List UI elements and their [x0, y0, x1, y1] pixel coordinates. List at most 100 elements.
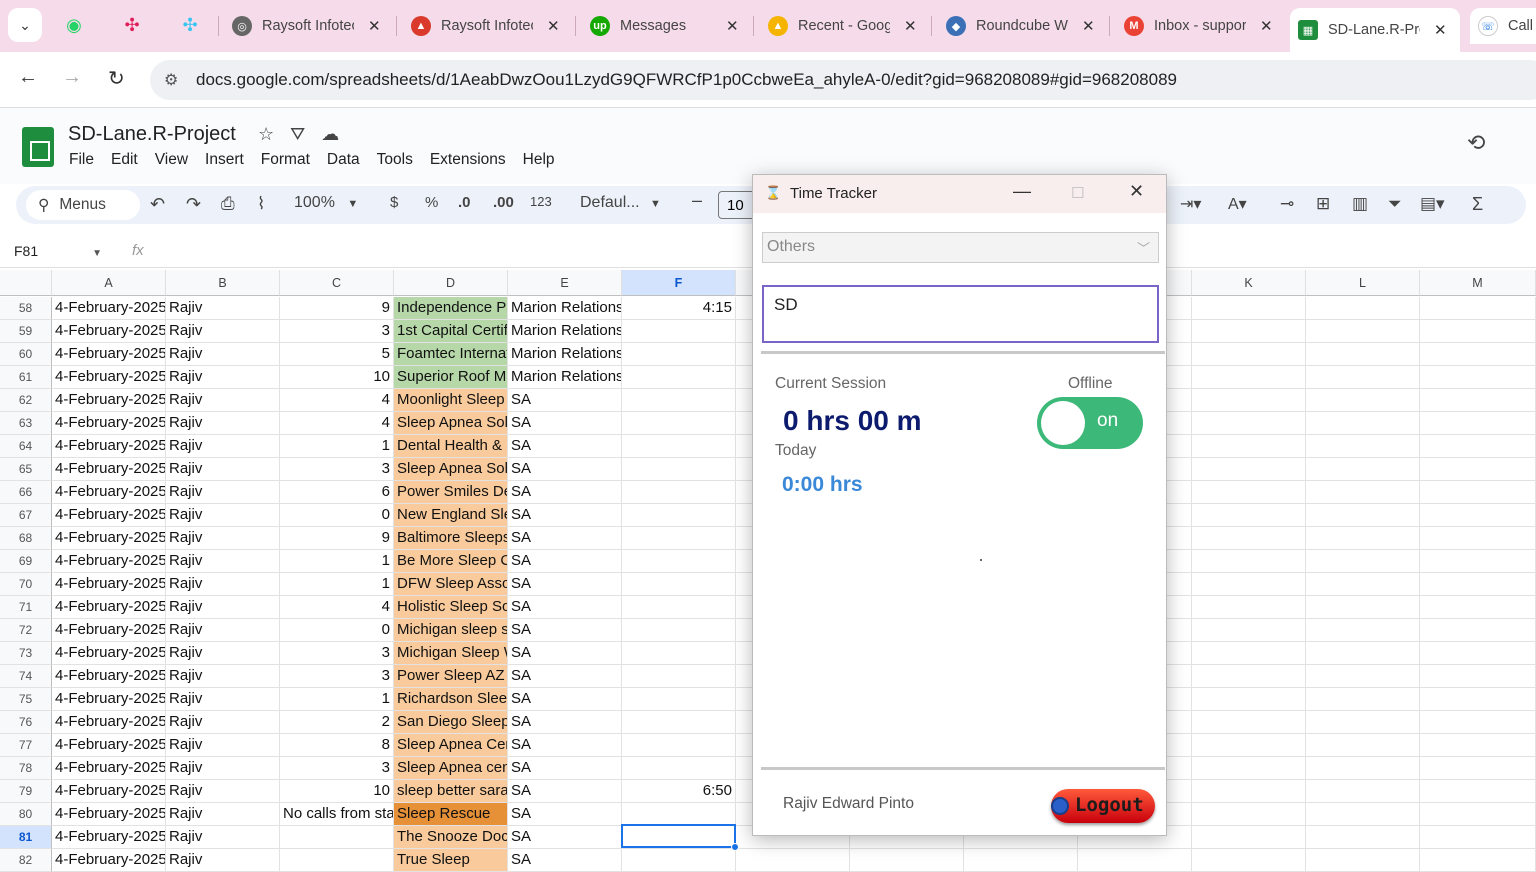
- task-input[interactable]: SD: [762, 285, 1159, 343]
- insert-comment-icon[interactable]: ⊞: [1316, 194, 1330, 214]
- cell-d[interactable]: New England Sleep: [394, 504, 508, 527]
- empty-cell[interactable]: [1306, 504, 1420, 527]
- empty-cell[interactable]: [1420, 757, 1536, 780]
- cell-b[interactable]: Rajiv: [166, 389, 280, 412]
- menu-insert[interactable]: Insert: [205, 151, 244, 169]
- print-icon[interactable]: ⎙: [221, 194, 235, 214]
- empty-cell[interactable]: [1192, 527, 1306, 550]
- cell-a[interactable]: 4-February-2025: [52, 665, 166, 688]
- cell-a[interactable]: 4-February-2025: [52, 504, 166, 527]
- row-header[interactable]: 82: [0, 849, 52, 872]
- insert-link-icon[interactable]: ⊸: [1280, 194, 1294, 214]
- cloud-status-icon[interactable]: ☁: [321, 124, 355, 144]
- empty-cell[interactable]: [1420, 734, 1536, 757]
- close-icon[interactable]: ✕: [1129, 181, 1144, 202]
- empty-cell[interactable]: [1192, 803, 1306, 826]
- empty-cell[interactable]: [1306, 297, 1420, 320]
- cell-d[interactable]: Dental Health & Sleep: [394, 435, 508, 458]
- cell-f[interactable]: [622, 688, 736, 711]
- cell-b[interactable]: Rajiv: [166, 803, 280, 826]
- redo-icon[interactable]: ↷: [186, 194, 201, 215]
- empty-cell[interactable]: [1306, 780, 1420, 803]
- close-icon[interactable]: ✕: [547, 17, 560, 35]
- empty-cell[interactable]: [1306, 826, 1420, 849]
- cell-f[interactable]: [622, 389, 736, 412]
- move-icon[interactable]: ⛛: [290, 124, 321, 144]
- empty-cell[interactable]: [1192, 619, 1306, 642]
- column-header-d[interactable]: D: [394, 270, 508, 296]
- empty-cell[interactable]: [1420, 527, 1536, 550]
- row-header[interactable]: 69: [0, 550, 52, 573]
- cell-c[interactable]: 2: [280, 711, 394, 734]
- column-header-l[interactable]: L: [1306, 270, 1420, 296]
- filter-views-icon[interactable]: ▤▾: [1420, 194, 1445, 214]
- empty-cell[interactable]: [1192, 458, 1306, 481]
- row-header[interactable]: 79: [0, 780, 52, 803]
- menu-extensions[interactable]: Extensions: [430, 151, 506, 169]
- empty-cell[interactable]: [1420, 297, 1536, 320]
- cell-e[interactable]: SA: [508, 412, 622, 435]
- empty-cell[interactable]: [1192, 757, 1306, 780]
- column-header-e[interactable]: E: [508, 270, 622, 296]
- cell-d[interactable]: Power Sleep AZ: [394, 665, 508, 688]
- cell-c[interactable]: 5: [280, 343, 394, 366]
- cell-c[interactable]: 4: [280, 596, 394, 619]
- empty-cell[interactable]: [1306, 573, 1420, 596]
- row-header[interactable]: 70: [0, 573, 52, 596]
- cell-f[interactable]: 6:50: [622, 780, 736, 803]
- font-select[interactable]: Defaul... ▼: [580, 194, 661, 212]
- close-icon[interactable]: ✕: [726, 17, 739, 35]
- cell-e[interactable]: Marion Relations: [508, 297, 622, 320]
- cell-b[interactable]: Rajiv: [166, 734, 280, 757]
- cell-b[interactable]: Rajiv: [166, 481, 280, 504]
- doc-title[interactable]: SD-Lane.R-Project: [68, 123, 236, 146]
- cell-e[interactable]: SA: [508, 711, 622, 734]
- cell-b[interactable]: Rajiv: [166, 573, 280, 596]
- empty-cell[interactable]: [1306, 734, 1420, 757]
- cell-c[interactable]: 1: [280, 573, 394, 596]
- cell-b[interactable]: Rajiv: [166, 412, 280, 435]
- url-field[interactable]: ⚙ docs.google.com/spreadsheets/d/1AeabDw…: [150, 60, 1536, 100]
- menu-data[interactable]: Data: [327, 151, 360, 169]
- cell-c[interactable]: 0: [280, 504, 394, 527]
- cell-b[interactable]: Rajiv: [166, 688, 280, 711]
- cell-f[interactable]: [622, 412, 736, 435]
- cell-f[interactable]: [622, 665, 736, 688]
- empty-cell[interactable]: [1420, 343, 1536, 366]
- row-header[interactable]: 80: [0, 803, 52, 826]
- empty-cell[interactable]: [1420, 849, 1536, 872]
- empty-cell[interactable]: [1420, 619, 1536, 642]
- tab-call-partial[interactable]: ☏ Call: [1470, 8, 1536, 44]
- menu-view[interactable]: View: [155, 151, 188, 169]
- cell-a[interactable]: 4-February-2025: [52, 481, 166, 504]
- cell-d[interactable]: sleep better sarasota: [394, 780, 508, 803]
- cell-a[interactable]: 4-February-2025: [52, 849, 166, 872]
- cell-c[interactable]: 3: [280, 320, 394, 343]
- empty-cell[interactable]: [1306, 665, 1420, 688]
- cell-f[interactable]: [622, 849, 736, 872]
- row-header[interactable]: 75: [0, 688, 52, 711]
- cell-e[interactable]: SA: [508, 389, 622, 412]
- cell-f[interactable]: [622, 320, 736, 343]
- cell-b[interactable]: Rajiv: [166, 780, 280, 803]
- column-header-k[interactable]: K: [1192, 270, 1306, 296]
- cell-d[interactable]: Holistic Sleep Solutions: [394, 596, 508, 619]
- cell-b[interactable]: Rajiv: [166, 757, 280, 780]
- empty-cell[interactable]: [1306, 688, 1420, 711]
- star-icon[interactable]: ☆: [258, 124, 290, 144]
- cell-b[interactable]: Rajiv: [166, 366, 280, 389]
- cell-e[interactable]: Marion Relationship: [508, 320, 622, 343]
- cell-e[interactable]: SA: [508, 504, 622, 527]
- cell-e[interactable]: SA: [508, 757, 622, 780]
- empty-cell[interactable]: [1420, 826, 1536, 849]
- empty-cell[interactable]: [1306, 757, 1420, 780]
- cell-b[interactable]: Rajiv: [166, 435, 280, 458]
- cell-c[interactable]: 8: [280, 734, 394, 757]
- slack-pinned-tab-2[interactable]: ✣: [174, 10, 206, 40]
- active-cell-selection[interactable]: [621, 824, 736, 848]
- cell-b[interactable]: Rajiv: [166, 826, 280, 849]
- cell-f[interactable]: [622, 573, 736, 596]
- cell-d[interactable]: Independence Partners: [394, 297, 508, 320]
- empty-cell[interactable]: [1306, 412, 1420, 435]
- cell-c[interactable]: 10: [280, 780, 394, 803]
